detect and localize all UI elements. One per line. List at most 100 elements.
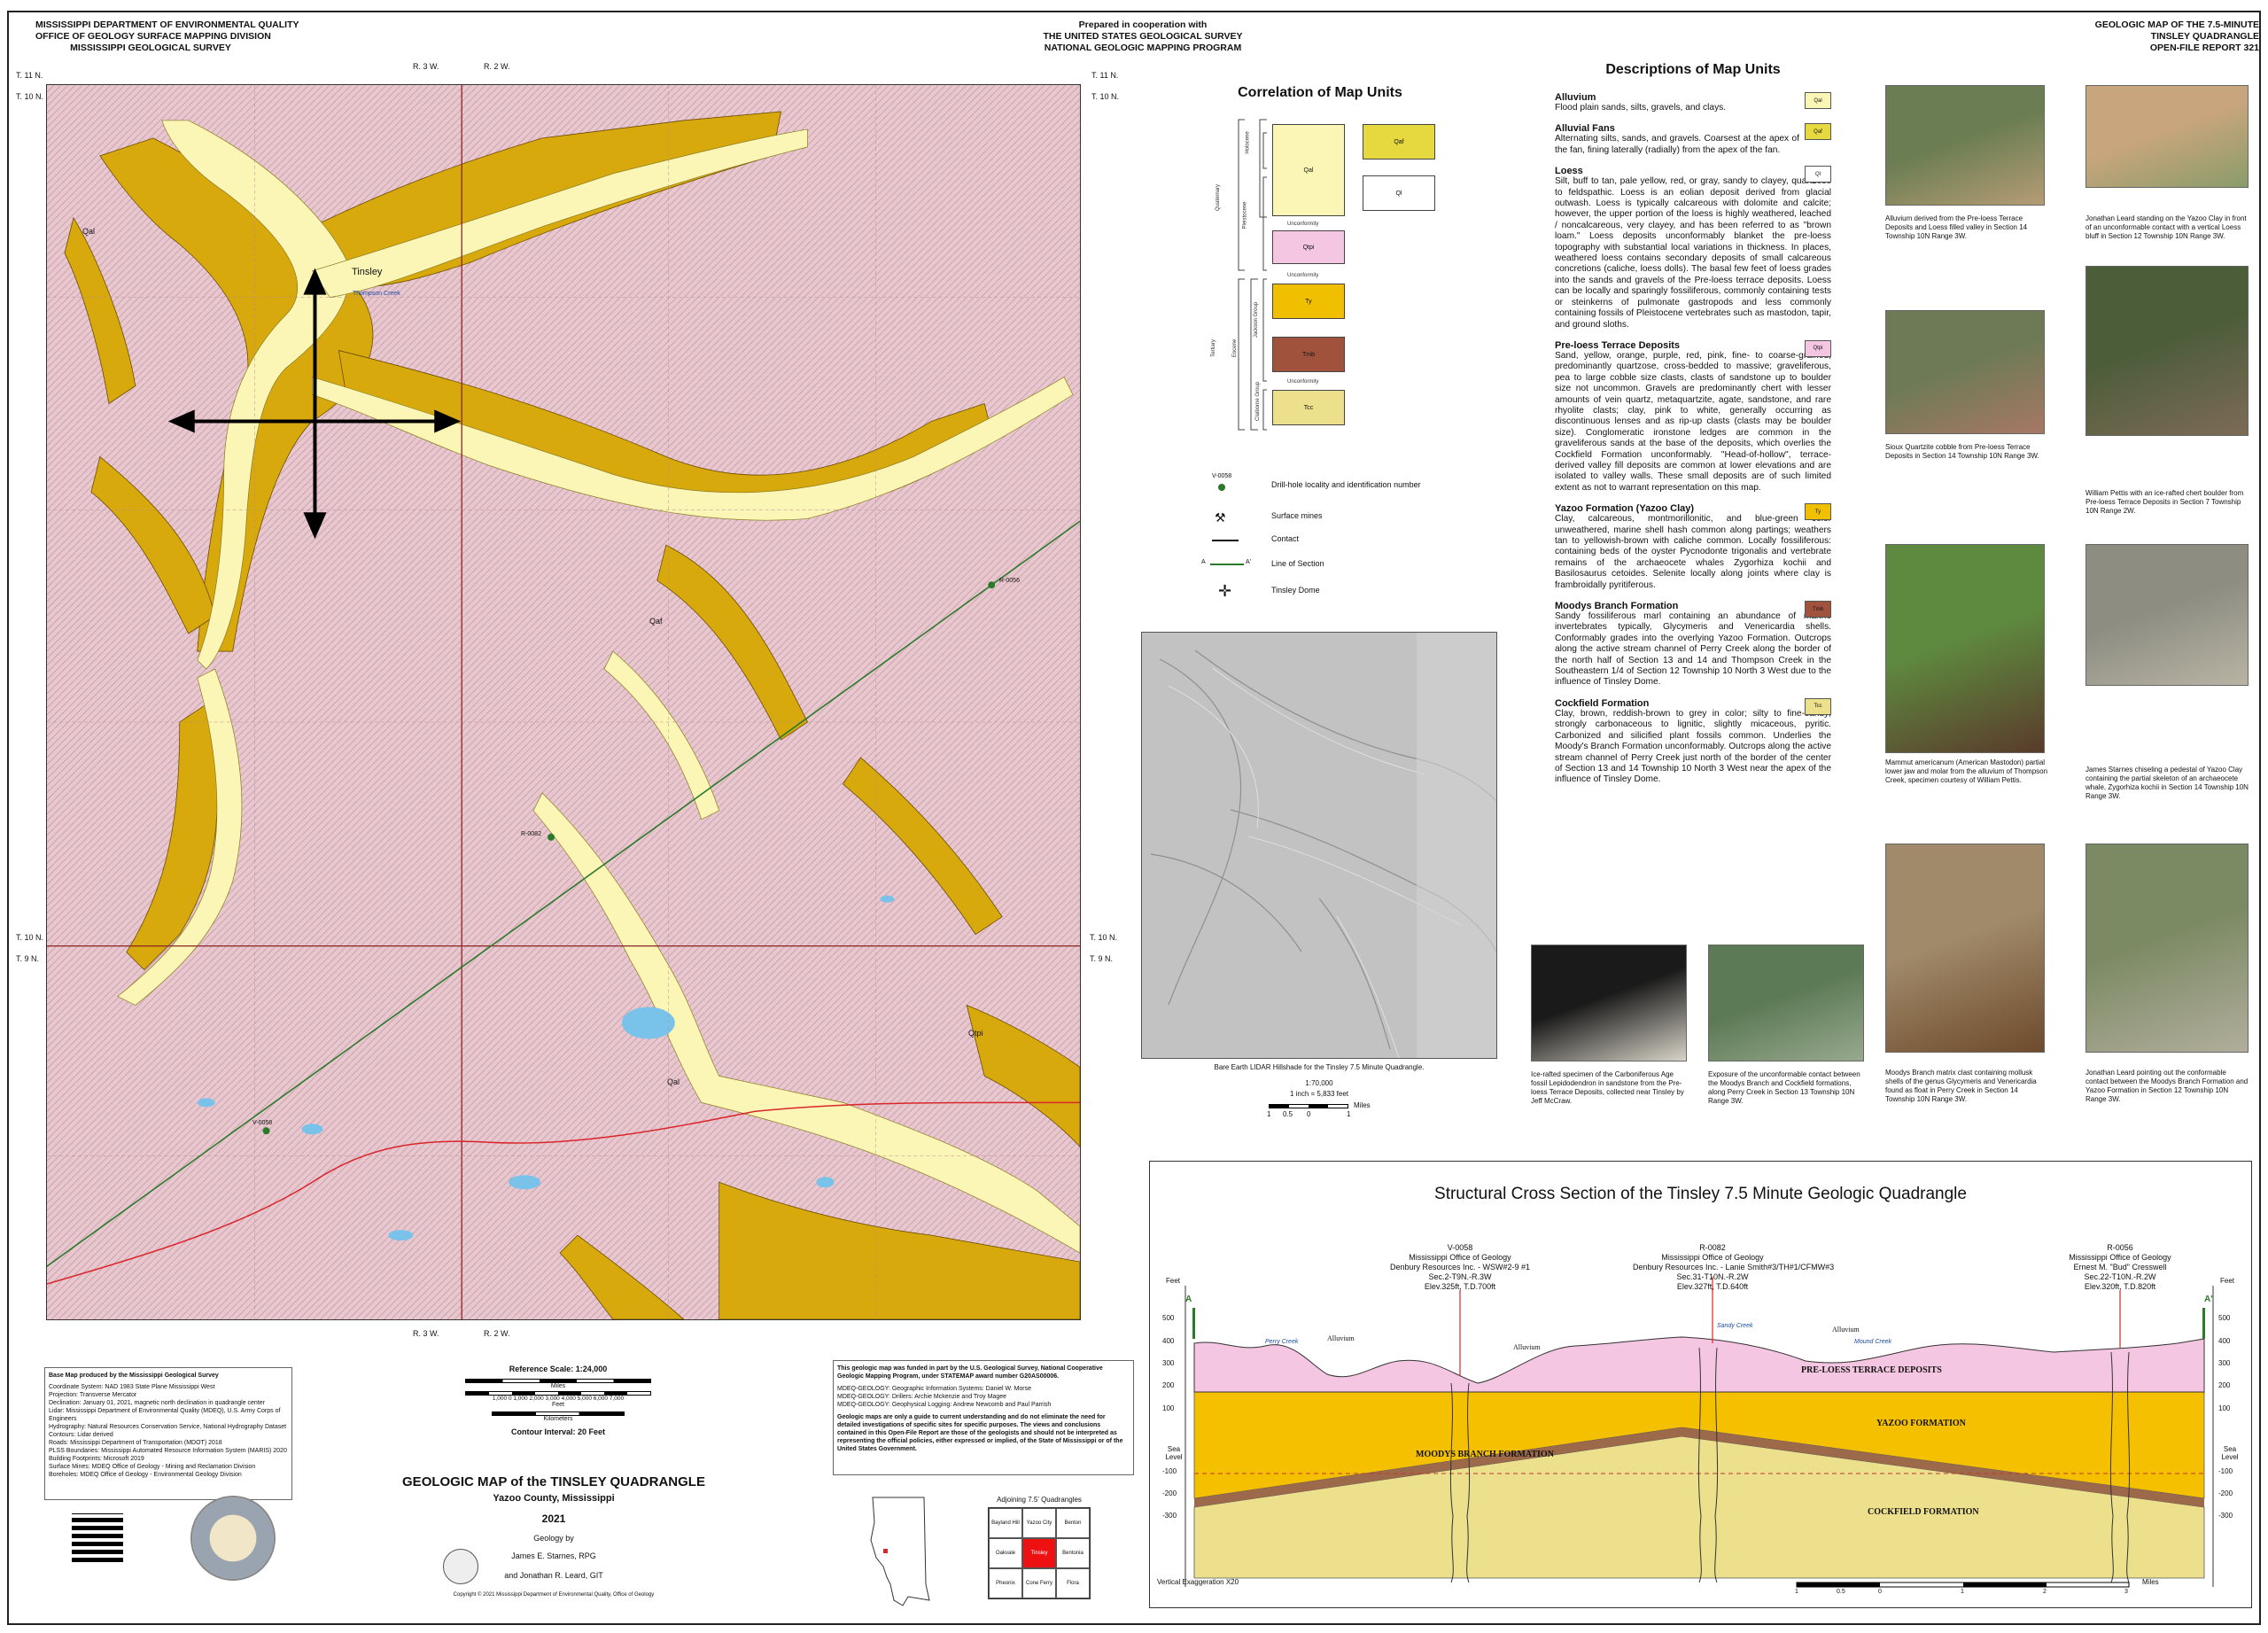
- legend-mines: Surface mines: [1271, 511, 1323, 520]
- lidar-scale-tick: 1: [1267, 1110, 1271, 1118]
- map-unit-text: Clay, calcareous, montmorillonitic, and …: [1555, 514, 1831, 590]
- unit-box-qtpi: Qtpi: [1272, 230, 1345, 264]
- well-header-line: Elev.325ft, T.D.700ft: [1424, 1282, 1496, 1291]
- lidar-scale-bar: [1269, 1104, 1348, 1108]
- section-scale-tick: 1: [1961, 1589, 1964, 1595]
- field-photo: [1885, 85, 2045, 206]
- header-left-line: MISSISSIPPI DEPARTMENT OF ENVIRONMENTAL …: [35, 19, 299, 30]
- field-photo: [2085, 266, 2249, 436]
- pe-seal: [443, 1549, 478, 1584]
- map-scale: Reference Scale: 1:24,000 Miles 1,000 0 …: [443, 1365, 673, 1436]
- map-unit-name: Loess: [1555, 166, 1583, 177]
- y-tick-label: -300: [1162, 1512, 1177, 1520]
- unit-box-qaf: Qaf: [1363, 124, 1435, 159]
- map-unit-symbol: Qaf: [1805, 123, 1831, 141]
- adjoining-cell-current: Tinsley: [1022, 1538, 1056, 1568]
- copyright: Copyright © 2021 Mississippi Department …: [453, 1592, 655, 1598]
- well-header-line: Elev.327ft, T.D.640ft: [1676, 1282, 1749, 1291]
- header-right-line: TINSLEY QUADRANGLE: [2150, 31, 2259, 42]
- map-unit-text: Silt, buff to tan, pale yellow, red, or …: [1555, 176, 1831, 330]
- legend-drill-hole: Drill-hole locality and identification n…: [1271, 480, 1421, 489]
- funding-note: This geologic map was funded in part by …: [833, 1360, 1134, 1475]
- title-block: GEOLOGIC MAP of the TINSLEY QUADRANGLE Y…: [372, 1474, 735, 1598]
- town-label: Tinsley: [352, 267, 383, 277]
- section-scale-tick: 0.5: [1837, 1589, 1845, 1595]
- lidar-texture: [1142, 633, 1496, 1058]
- map-unit-description: Alluvium Qal Flood plain sands, silts, gra…: [1555, 92, 1831, 113]
- field-photo-caption: Sioux Quartzite cobble from Pre-loess Te…: [1885, 443, 2039, 460]
- legend-a-prime: A': [1246, 559, 1252, 565]
- age-label: Holocene: [1245, 131, 1251, 154]
- base-map-line: Coordinate System: NAD 1983 State Plane …: [49, 1384, 215, 1390]
- unconformity-label: Unconformity: [1287, 273, 1319, 278]
- well-header-line: Mississippi Office of Geology: [2069, 1253, 2171, 1262]
- header-right-line: GEOLOGIC MAP OF THE 7.5-MINUTE: [2094, 19, 2259, 30]
- y-tick-label: 300: [1162, 1359, 1175, 1367]
- section-scale-fill: [1963, 1582, 2047, 1587]
- field-photo-caption: Alluvium derived from the Pre-loess Terr…: [1885, 214, 2028, 240]
- base-map-line: Declination: January 01, 2021, magnetic …: [49, 1400, 265, 1406]
- adjoining-cell: Oakvale: [989, 1538, 1022, 1568]
- well-header-line: Sec.31-T10N.-R.2W: [1676, 1272, 1749, 1281]
- contact-line-icon: [1212, 540, 1239, 541]
- base-map-credits: Base Map produced by the Mississippi Geo…: [44, 1367, 292, 1500]
- section-scale-tick: 3: [2124, 1589, 2128, 1595]
- map-unit-description: Yazoo Formation (Yazoo Clay) Ty Clay, calc…: [1555, 503, 1831, 591]
- y-tick-label: -300: [2218, 1512, 2233, 1520]
- base-map-line: PLSS Boundaries: Mississippi Automated R…: [49, 1448, 287, 1454]
- well-header: R-0082 Mississippi Office of Geology Denbu…: [1633, 1243, 1834, 1292]
- range-label: R. 3 W.: [413, 62, 439, 71]
- well-header-line: Sec.22-T10N.-R.2W: [2084, 1272, 2156, 1281]
- well-label: R-0056: [999, 578, 1020, 584]
- credit-line: MDEQ-GEOLOGY: Geographic Information Sys…: [837, 1386, 1032, 1392]
- field-photo: [2085, 544, 2249, 686]
- header-left-line: OFFICE OF GEOLOGY SURFACE MAPPING DIVISI…: [35, 31, 271, 42]
- field-photo-caption: Jonathan Leard pointing out the conforma…: [2085, 1069, 2249, 1103]
- geologic-map[interactable]: Tinsley Thompson Creek Qal Qal Qtpi Qaf …: [46, 84, 1081, 1320]
- county: Yazoo County, Mississippi: [493, 1493, 615, 1504]
- cross-section-canvas: [1184, 1277, 2214, 1588]
- field-photo-caption: William Pettis with an ice-rafted chert …: [2085, 489, 2244, 515]
- vertical-exaggeration: Vertical Exaggeration X20: [1157, 1578, 1239, 1586]
- header-middle: Prepared in cooperation with THE UNITED …: [1010, 19, 1276, 54]
- y-tick-label: 100: [1162, 1404, 1175, 1412]
- adjoining-cell: Flora: [1056, 1568, 1090, 1598]
- unit-label: Qal: [82, 227, 96, 236]
- field-photo-caption: Ice-rafted specimen of the Carboniferous…: [1531, 1070, 1684, 1105]
- lidar-scale-tick: 0.5: [1283, 1110, 1293, 1118]
- section-end-label: A': [2204, 1295, 2213, 1304]
- base-map-line: Boreholes: MDEQ Office of Geology - Envi…: [49, 1472, 242, 1478]
- miles-label: Miles: [550, 1383, 566, 1389]
- legend-dome: Tinsley Dome: [1271, 586, 1320, 595]
- township-label: T. 9 N.: [1090, 954, 1114, 963]
- lidar-scale-inch: 1 inch = 5,833 feet: [1289, 1090, 1349, 1098]
- mississippi-location-map: [870, 1497, 930, 1606]
- lidar-scale-ratio: 1:70,000: [1305, 1079, 1333, 1087]
- well-header-line: Mississippi Office of Geology: [1409, 1253, 1511, 1262]
- unit-box-tcc: Tcc: [1272, 390, 1345, 425]
- y-tick-label: 100: [2218, 1404, 2231, 1412]
- unit-label-yazoo: YAZOO FORMATION: [1876, 1419, 1966, 1428]
- header-left-line: MISSISSIPPI GEOLOGICAL SURVEY: [70, 43, 231, 53]
- well-header-line: Mississippi Office of Geology: [1661, 1253, 1764, 1262]
- base-map-line: Lidar: Mississippi Department of Environ…: [49, 1408, 281, 1422]
- author: and Jonathan R. Leard, GIT: [504, 1571, 603, 1580]
- creek-label: Mound Creek: [1854, 1339, 1892, 1345]
- correlation-title: Correlation of Map Units: [1238, 85, 1402, 100]
- field-photo: [2085, 844, 2249, 1053]
- qr-code[interactable]: [66, 1508, 128, 1570]
- township-label: T. 9 N.: [16, 954, 40, 963]
- funding-text: This geologic map was funded in part by …: [837, 1365, 1103, 1380]
- field-photo-caption: Jonathan Leard standing on the Yazoo Cla…: [2085, 214, 2247, 240]
- well-header: V-0058 Mississippi Office of Geology Denbu…: [1380, 1243, 1540, 1292]
- field-photo: [1885, 544, 2045, 753]
- well-header-line: R-0082: [1699, 1243, 1726, 1252]
- y-tick-label: -100: [1162, 1467, 1177, 1475]
- map-unit-name: Alluvium: [1555, 92, 1596, 103]
- disclaimer: Geologic maps are only a guide to curren…: [837, 1414, 1123, 1452]
- lidar-scale-unit: Miles: [1354, 1101, 1371, 1109]
- reference-scale: Reference Scale: 1:24,000: [509, 1365, 608, 1373]
- dome-icon: ✛: [1218, 582, 1232, 600]
- header-right-line: OPEN-FILE REPORT 321: [2149, 43, 2259, 53]
- well-header-line: Denbury Resources Inc. - WSW#2-9 #1: [1389, 1263, 1531, 1271]
